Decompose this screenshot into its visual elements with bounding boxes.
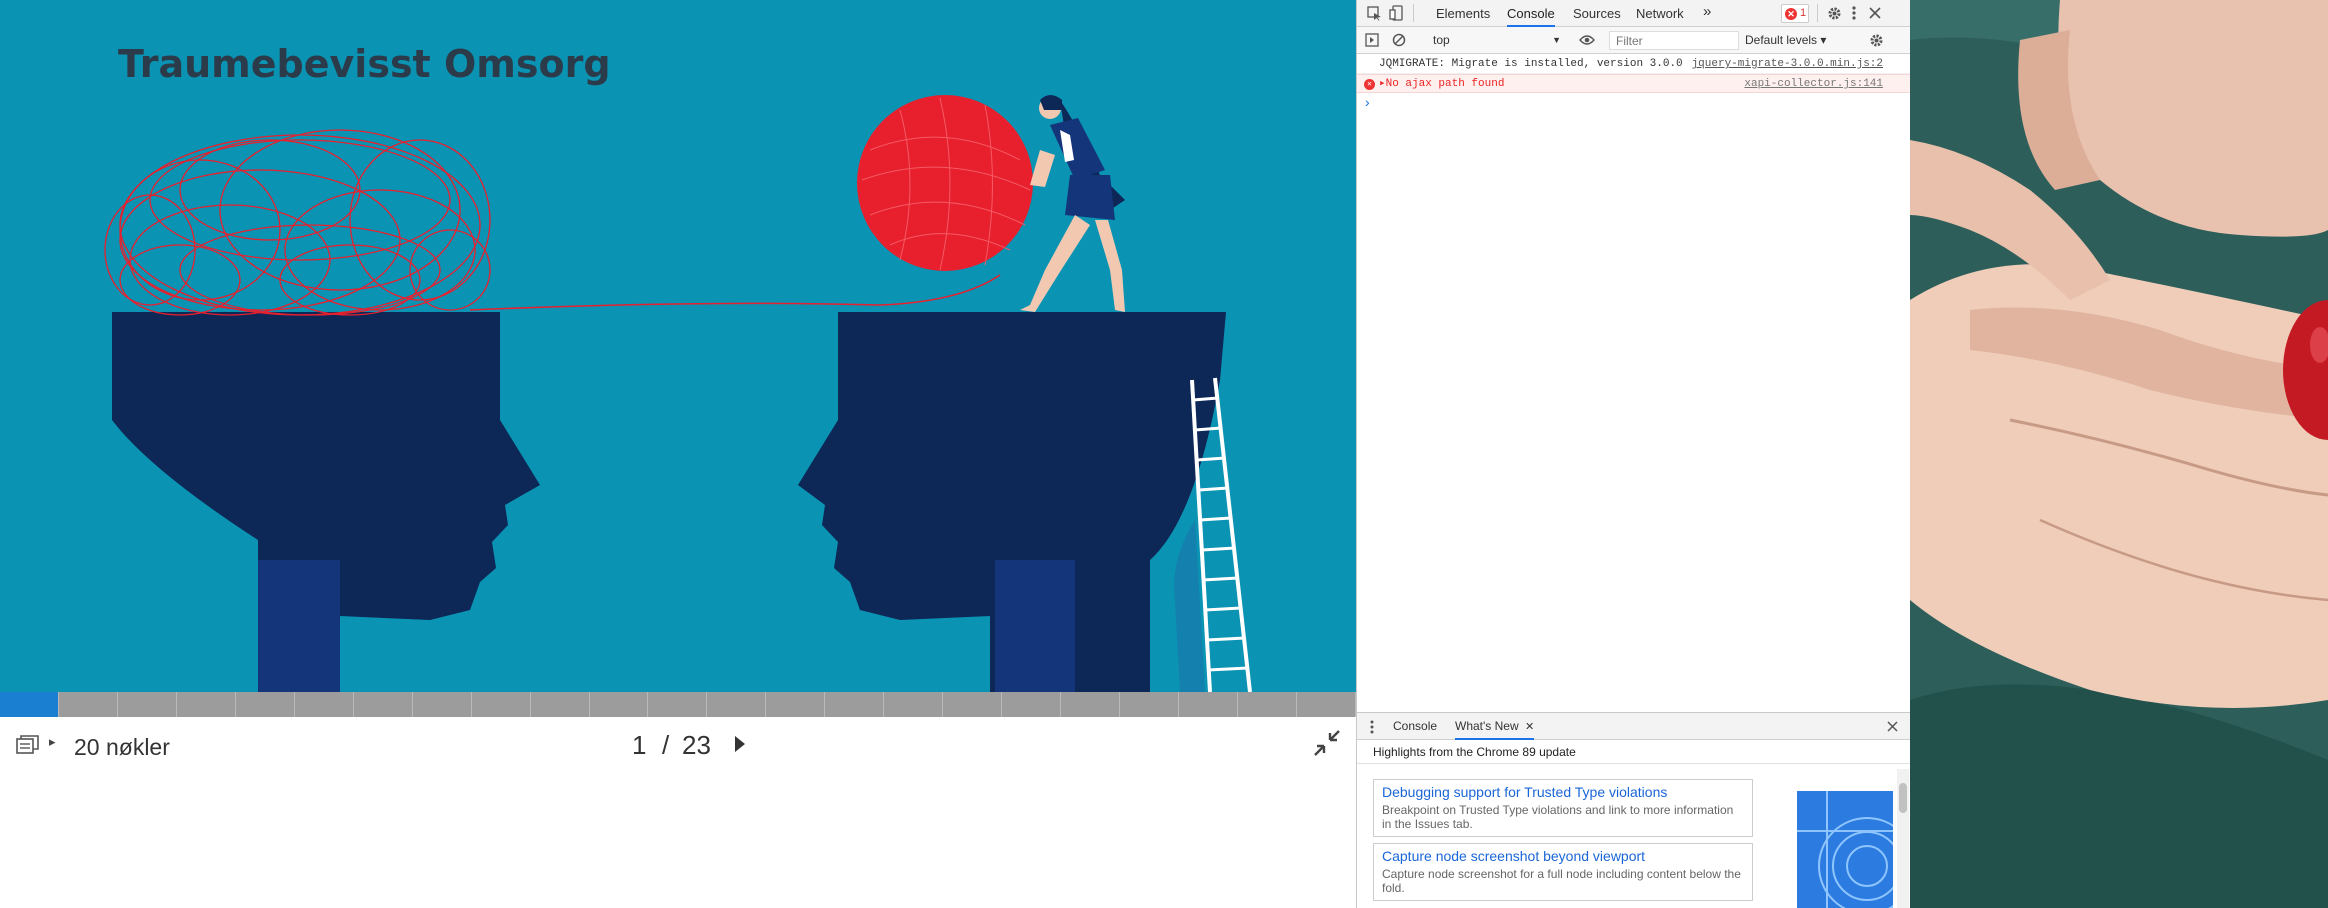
close-devtools-icon[interactable] <box>1869 7 1881 19</box>
current-slide-number: 1 <box>632 730 647 760</box>
scrollbar-thumb[interactable] <box>1899 783 1907 813</box>
progress-segment[interactable] <box>236 692 295 717</box>
progress-segment[interactable] <box>943 692 1003 717</box>
error-count-badge[interactable]: ✕ 1 <box>1781 4 1809 23</box>
progress-segment[interactable] <box>472 692 531 717</box>
card-title[interactable]: Debugging support for Trusted Type viola… <box>1382 784 1744 800</box>
drawer-tab-whats-new[interactable]: What's New ✕ <box>1455 719 1535 740</box>
progress-segment[interactable] <box>295 692 354 717</box>
drawer-tabbar: Console What's New ✕ <box>1357 713 1911 740</box>
progress-segment[interactable] <box>118 692 177 717</box>
dropdown-caret-icon: ▼ <box>1552 35 1561 45</box>
drawer-tab-label: What's New <box>1455 719 1519 733</box>
console-output: JQMIGRATE: Migrate is installed, version… <box>1357 55 1911 112</box>
sidebar-toggle-icon[interactable] <box>1365 33 1379 47</box>
context-selector[interactable]: top ▼ <box>1427 31 1567 50</box>
drawer-scrollbar[interactable] <box>1897 769 1909 908</box>
slide-counter-separator: / <box>662 730 670 760</box>
progress-segment[interactable] <box>177 692 236 717</box>
error-icon: ✕ <box>1785 8 1797 20</box>
context-value: top <box>1433 33 1450 47</box>
kebab-menu-icon[interactable] <box>1851 5 1857 21</box>
whats-new-card[interactable]: Capture node screenshot beyond viewport … <box>1373 843 1753 901</box>
error-count: 1 <box>1800 7 1807 19</box>
progress-segment[interactable] <box>590 692 649 717</box>
caret-right-icon[interactable]: ▸ <box>49 734 56 750</box>
whats-new-header: Highlights from the Chrome 89 update <box>1357 740 1911 764</box>
slide-illustration <box>104 95 1252 692</box>
progress-segment[interactable] <box>0 692 59 717</box>
drawer-menu-icon[interactable] <box>1369 719 1375 735</box>
total-slide-count: 23 <box>682 730 711 760</box>
console-log-line: JQMIGRATE: Migrate is installed, version… <box>1357 55 1911 74</box>
tab-network[interactable]: Network <box>1636 6 1684 21</box>
keywords-list-icon[interactable] <box>16 734 40 756</box>
tab-sources[interactable]: Sources <box>1573 6 1621 21</box>
presentation-footer: ▸ 20 nøkler 1 / 23 <box>0 717 1356 777</box>
progress-segment[interactable] <box>1002 692 1062 717</box>
slide-title: Traumebevisst Omsorg <box>118 42 611 86</box>
progress-segment[interactable] <box>825 692 885 717</box>
drawer-tab-console[interactable]: Console <box>1393 719 1437 733</box>
divider <box>1413 4 1414 22</box>
progress-segment[interactable] <box>413 692 472 717</box>
progress-segment[interactable] <box>648 692 708 717</box>
more-tabs-icon[interactable]: » <box>1703 3 1711 20</box>
progress-segment[interactable] <box>766 692 826 717</box>
progress-segment[interactable] <box>707 692 767 717</box>
console-error-line[interactable]: ✕ ▸No ajax path found xapi-collector.js:… <box>1357 74 1911 93</box>
devtools-panel: Elements Console Sources Network » ✕ 1 t… <box>1356 0 1911 908</box>
screen: Traumebevisst Omsorg ▸ 20 nøkler 1 / 23 <box>0 0 2328 908</box>
card-description: Breakpoint on Trusted Type violations an… <box>1382 803 1734 831</box>
progress-segment[interactable] <box>1179 692 1239 717</box>
inspect-element-icon[interactable] <box>1367 6 1382 21</box>
progress-segment[interactable] <box>1297 692 1356 717</box>
console-prompt[interactable]: › <box>1357 93 1911 112</box>
slide: Traumebevisst Omsorg <box>0 0 1356 692</box>
settings-gear-icon[interactable] <box>1827 6 1842 21</box>
next-slide-icon[interactable] <box>733 733 747 755</box>
close-drawer-icon[interactable] <box>1887 721 1898 732</box>
error-icon: ✕ <box>1364 79 1375 90</box>
progress-segment[interactable] <box>1238 692 1297 717</box>
progress-segment[interactable] <box>59 692 118 717</box>
progress-segment[interactable] <box>354 692 413 717</box>
divider <box>1817 4 1818 22</box>
progress-segment[interactable] <box>1120 692 1180 717</box>
keywords-label[interactable]: 20 nøkler <box>74 734 170 761</box>
devtools-drawer: Console What's New ✕ Highlights from the… <box>1357 712 1911 908</box>
console-settings-gear-icon[interactable] <box>1869 33 1884 48</box>
whats-new-illustration <box>1797 791 1893 908</box>
device-toolbar-icon[interactable] <box>1389 5 1404 21</box>
clear-console-icon[interactable] <box>1392 33 1406 47</box>
console-toolbar: top ▼ Default levels ▾ <box>1357 27 1911 54</box>
card-description: Capture node screenshot for a full node … <box>1382 867 1741 895</box>
whats-new-card[interactable]: Debugging support for Trusted Type viola… <box>1373 779 1753 837</box>
card-title[interactable]: Capture node screenshot beyond viewport <box>1382 848 1744 864</box>
log-source-link[interactable]: xapi-collector.js:141 <box>1744 75 1883 94</box>
log-source-link[interactable]: jquery-migrate-3.0.0.min.js:2 <box>1692 55 1883 74</box>
tab-console[interactable]: Console <box>1507 6 1555 27</box>
log-levels-dropdown[interactable]: Default levels ▾ <box>1745 33 1826 47</box>
background-photo-hands <box>1910 0 2328 908</box>
console-filter-input[interactable] <box>1609 31 1739 50</box>
presentation-viewer: Traumebevisst Omsorg ▸ 20 nøkler 1 / 23 <box>0 0 1356 908</box>
tab-elements[interactable]: Elements <box>1436 6 1490 21</box>
devtools-tabbar: Elements Console Sources Network » ✕ 1 <box>1357 0 1911 27</box>
log-message: ▸No ajax path found <box>1379 78 1505 90</box>
live-expression-eye-icon[interactable] <box>1579 34 1595 46</box>
slide-progress-bar[interactable] <box>0 692 1356 717</box>
close-tab-icon[interactable]: ✕ <box>1525 721 1534 733</box>
progress-segment[interactable] <box>1061 692 1121 717</box>
exit-fullscreen-icon[interactable] <box>1312 728 1342 758</box>
progress-segment[interactable] <box>531 692 590 717</box>
log-message: JQMIGRATE: Migrate is installed, version… <box>1379 58 1683 70</box>
progress-segment[interactable] <box>884 692 944 717</box>
